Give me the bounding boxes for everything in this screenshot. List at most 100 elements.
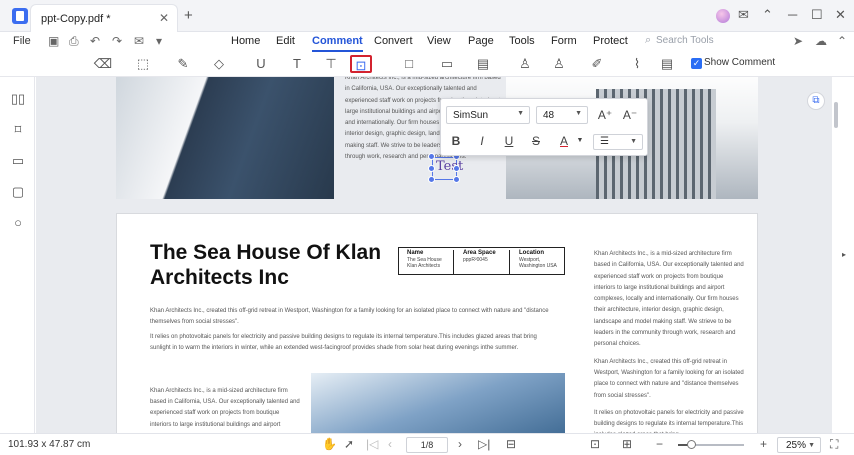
- textbox-tool[interactable]: ⊤: [320, 55, 342, 73]
- decrease-font-button[interactable]: A⁻: [621, 108, 639, 122]
- zoom-slider-handle[interactable]: [687, 440, 696, 449]
- tab-convert[interactable]: Convert: [374, 35, 413, 47]
- mail-icon[interactable]: ✉: [738, 7, 749, 23]
- menu-file[interactable]: File: [13, 35, 31, 47]
- measure-tool[interactable]: ✐: [586, 55, 608, 73]
- upload-cloud-icon[interactable]: ☁: [815, 34, 827, 48]
- increase-font-button[interactable]: A⁺: [596, 108, 614, 122]
- tab-tools[interactable]: Tools: [509, 35, 535, 47]
- tab-comment[interactable]: Comment: [312, 35, 363, 52]
- font-family-value: SimSun: [453, 110, 489, 121]
- underline-tool[interactable]: U: [250, 55, 272, 73]
- view-mode-icon[interactable]: ⊞: [622, 437, 632, 451]
- eraser-tool[interactable]: ◇: [208, 55, 230, 73]
- signature-tool[interactable]: ♙: [548, 55, 570, 73]
- underline-button[interactable]: U: [500, 134, 518, 148]
- font-family-select[interactable]: SimSun ▼: [446, 106, 530, 124]
- search-icon: ⌕: [645, 34, 652, 46]
- resize-handle[interactable]: [428, 165, 435, 172]
- info-location-heading: Location: [519, 250, 544, 256]
- zoom-select[interactable]: 25% ▼: [777, 437, 821, 453]
- tab-view[interactable]: View: [427, 35, 451, 47]
- alignment-select[interactable]: ☰ ▼: [593, 134, 643, 150]
- tab-protect[interactable]: Protect: [593, 35, 628, 47]
- resize-handle[interactable]: [453, 176, 460, 183]
- last-page-icon[interactable]: ▷|: [478, 437, 490, 451]
- resize-handle[interactable]: [428, 176, 435, 183]
- paragraph-1: Khan Architects Inc., created this off-g…: [150, 308, 549, 326]
- search-tools-input[interactable]: Search Tools: [656, 35, 714, 46]
- expand-icon[interactable]: ⌃: [837, 34, 847, 48]
- info-area-value: pppR²0045: [463, 257, 488, 263]
- bold-button[interactable]: B: [447, 134, 465, 148]
- thumbnails-icon[interactable]: ▯▯: [10, 91, 26, 107]
- minimize-icon[interactable]: ─: [788, 7, 797, 22]
- page-title: The Sea House Of Klan Architects Inc: [150, 241, 382, 289]
- tab-edit[interactable]: Edit: [276, 35, 295, 47]
- attachment-icon[interactable]: ⌇: [626, 55, 648, 73]
- chevron-down-icon: ▼: [630, 138, 637, 145]
- send-icon[interactable]: ➤: [793, 34, 803, 48]
- title-bar: ppt-Copy.pdf * ✕ + ✉ ⌃ ─ ☐ ✕: [0, 0, 854, 32]
- search-icon[interactable]: ○: [10, 215, 26, 231]
- close-tab-icon[interactable]: ✕: [159, 11, 169, 25]
- comment-tool[interactable]: ▤: [472, 55, 494, 73]
- page-number-input[interactable]: 1/8: [406, 437, 448, 453]
- text-callout-tool[interactable]: ⊡: [350, 55, 372, 73]
- page-dimensions: 101.93 x 47.87 cm: [8, 439, 91, 450]
- resize-handle[interactable]: [453, 165, 460, 172]
- tab-form[interactable]: Form: [551, 35, 577, 47]
- tab-page[interactable]: Page: [468, 35, 494, 47]
- note-tool[interactable]: ▭: [436, 55, 458, 73]
- fullscreen-icon[interactable]: ⛶: [830, 437, 838, 452]
- zoom-out-icon[interactable]: −: [656, 437, 663, 451]
- strikethrough-button[interactable]: S: [527, 134, 545, 148]
- chevron-up-icon[interactable]: ⌃: [762, 7, 773, 23]
- print-icon[interactable]: ⎙: [69, 34, 79, 49]
- building-photo-3: [311, 373, 565, 433]
- page-2: The Sea House Of Klan Architects Inc Nam…: [116, 213, 758, 433]
- fit-width-icon[interactable]: ⊡: [590, 437, 600, 451]
- maximize-icon[interactable]: ☐: [811, 7, 823, 23]
- next-page-icon[interactable]: ›: [458, 437, 462, 451]
- paragraph-2: It relies on photovoltaic panels for ele…: [150, 334, 537, 352]
- document-viewport[interactable]: Khan Architects Inc., is a mid-sized arc…: [36, 77, 832, 433]
- stamp-tool[interactable]: ♙: [514, 55, 536, 73]
- prev-page-icon[interactable]: ‹: [388, 437, 392, 451]
- select-tool-icon[interactable]: ➚: [344, 437, 354, 451]
- text-tool[interactable]: T: [286, 55, 308, 73]
- document-tab[interactable]: ppt-Copy.pdf * ✕: [30, 4, 178, 32]
- new-tab-button[interactable]: +: [184, 7, 193, 24]
- dropdown-icon[interactable]: ▾: [156, 34, 162, 48]
- highlight-tool[interactable]: ⌫: [92, 55, 114, 73]
- chevron-down-icon[interactable]: ▼: [571, 137, 589, 144]
- mail-icon[interactable]: ✉: [134, 34, 144, 48]
- hand-tool-icon[interactable]: ✋: [322, 437, 337, 451]
- expand-right-icon[interactable]: ▸: [842, 250, 846, 259]
- area-highlight-tool[interactable]: ⬚: [132, 55, 154, 73]
- fit-page-icon[interactable]: ⊟: [506, 437, 516, 451]
- avatar[interactable]: [716, 9, 730, 23]
- resize-handle[interactable]: [428, 153, 435, 160]
- redo-icon[interactable]: ↷: [112, 34, 122, 48]
- pencil-tool[interactable]: ✎: [172, 55, 194, 73]
- page-1: Khan Architects Inc., is a mid-sized arc…: [36, 77, 832, 205]
- scrollbar-thumb[interactable]: [834, 102, 838, 128]
- zoom-slider[interactable]: [678, 440, 744, 449]
- right-paragraph-2: Khan Architects Inc., created this off-g…: [594, 358, 744, 399]
- save-icon[interactable]: ▣: [48, 34, 59, 48]
- italic-button[interactable]: I: [473, 134, 491, 148]
- close-icon[interactable]: ✕: [835, 7, 846, 23]
- bookmark-icon[interactable]: ⌑: [10, 122, 26, 138]
- zoom-in-icon[interactable]: +: [760, 437, 767, 451]
- shape-tool[interactable]: □: [398, 55, 420, 73]
- font-size-select[interactable]: 48 ▼: [536, 106, 588, 124]
- tab-home[interactable]: Home: [231, 35, 260, 47]
- comments-icon[interactable]: ▭: [10, 153, 26, 169]
- ai-assistant-button[interactable]: ⧉: [807, 92, 825, 110]
- attachments-icon[interactable]: ▢: [10, 184, 26, 200]
- link-icon[interactable]: ▤: [656, 55, 678, 73]
- undo-icon[interactable]: ↶: [90, 34, 100, 48]
- first-page-icon[interactable]: |◁: [366, 437, 378, 451]
- checkbox-icon[interactable]: ✓: [691, 58, 702, 69]
